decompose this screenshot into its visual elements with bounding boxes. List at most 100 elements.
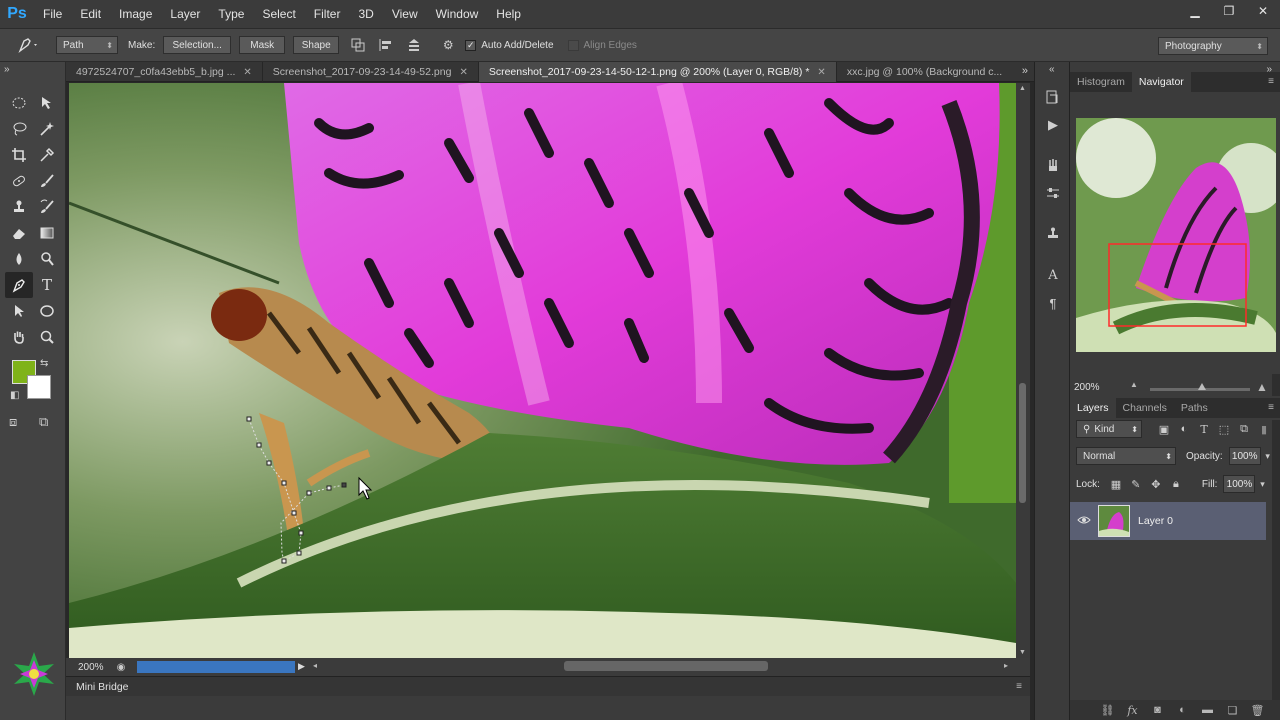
tab-histogram[interactable]: Histogram (1070, 72, 1132, 92)
tab-navigator[interactable]: Navigator (1131, 72, 1191, 92)
type-layer-filter-icon[interactable]: T (1194, 423, 1214, 436)
mask-icon[interactable]: ◙ (1145, 704, 1170, 716)
minimize-button[interactable]: ▁ (1178, 0, 1212, 22)
lock-image-pixels-icon[interactable]: ✎ (1126, 478, 1146, 491)
zoom-out-mountain-icon[interactable]: ▲ (1130, 380, 1138, 389)
fill-input[interactable]: 100% (1223, 475, 1256, 493)
eyedropper-tool-icon[interactable] (33, 142, 61, 168)
restore-button[interactable]: ❐ (1212, 0, 1246, 22)
menu-filter[interactable]: Filter (305, 0, 350, 28)
status-menu-arrow-icon[interactable]: ▶ (298, 661, 305, 672)
scroll-down-arrow-icon[interactable]: ▼ (1019, 649, 1026, 656)
lock-transparent-pixels-icon[interactable]: ▦ (1106, 478, 1126, 491)
path-selection-tool-icon[interactable] (5, 298, 33, 324)
tab-channels[interactable]: Channels (1116, 398, 1174, 418)
menu-layer[interactable]: Layer (161, 0, 209, 28)
swap-colors-icon[interactable]: ⇆ (40, 358, 48, 369)
opacity-input[interactable]: 100% (1228, 447, 1261, 465)
panel-menu-icon[interactable]: ≡ (1016, 681, 1022, 692)
menu-type[interactable]: Type (209, 0, 253, 28)
brush-presets-icon[interactable] (1044, 156, 1062, 174)
brush-tool-icon[interactable] (33, 168, 61, 194)
menu-edit[interactable]: Edit (71, 0, 110, 28)
paragraph-panel-icon[interactable]: ¶ (1044, 294, 1062, 312)
layer-row[interactable]: Layer 0 (1070, 502, 1266, 540)
group-icon[interactable]: ▬ (1195, 704, 1220, 716)
move-tool-icon[interactable] (33, 90, 61, 116)
trash-icon[interactable]: 🗑︎ (1245, 704, 1270, 717)
close-tab-icon[interactable]: ✕ (817, 67, 825, 78)
history-panel-icon[interactable] (1044, 88, 1062, 106)
clone-stamp-tool-icon[interactable] (5, 194, 33, 220)
screen-mode-icon[interactable]: ⧉ (39, 414, 48, 430)
zoom-tool-icon[interactable] (33, 324, 61, 350)
adjustments-sliders-icon[interactable] (1044, 184, 1062, 202)
navigator-zoom-value[interactable]: 200% (1074, 382, 1100, 393)
gear-icon[interactable]: ⚙ (437, 35, 459, 55)
make-selection-button[interactable]: Selection... (163, 36, 232, 54)
tab-layers[interactable]: Layers (1070, 398, 1116, 418)
menu-select[interactable]: Select (253, 0, 304, 28)
document-canvas[interactable] (69, 83, 1016, 658)
zoom-in-mountain-icon[interactable]: ▲ (1256, 380, 1268, 394)
close-button[interactable]: ✕ (1246, 0, 1280, 22)
collapse-panels-icon[interactable]: « (1049, 64, 1055, 75)
eraser-tool-icon[interactable] (5, 220, 33, 246)
smart-object-filter-icon[interactable]: ⧉ (1234, 423, 1254, 436)
character-panel-icon[interactable]: A (1044, 266, 1062, 284)
path-operations-icon[interactable] (347, 35, 369, 55)
align-edges-checkbox[interactable] (567, 39, 579, 51)
layer-kind-filter[interactable]: ⚲ Kind (1076, 420, 1142, 438)
gradient-tool-icon[interactable] (33, 220, 61, 246)
tab-paths[interactable]: Paths (1174, 398, 1215, 418)
adjustment-icon[interactable]: ◐ (1170, 704, 1195, 716)
new-layer-icon[interactable]: ❏ (1220, 704, 1245, 717)
magic-wand-tool-icon[interactable] (33, 116, 61, 142)
background-color-swatch[interactable] (27, 375, 51, 399)
default-colors-icon[interactable]: ◧ (10, 390, 19, 401)
dodge-tool-icon[interactable] (33, 246, 61, 272)
scroll-right-arrow-icon[interactable]: ▸ (1004, 661, 1008, 670)
blend-mode-select[interactable]: Normal (1076, 447, 1176, 465)
vertical-scroll-thumb[interactable] (1019, 383, 1026, 503)
close-tab-icon[interactable]: ✕ (243, 67, 251, 78)
scroll-up-arrow-icon[interactable]: ▲ (1019, 85, 1026, 92)
clone-source-icon[interactable] (1044, 224, 1062, 242)
close-tab-icon[interactable]: ✕ (459, 67, 467, 78)
tool-preset-picker[interactable] (0, 28, 56, 62)
mini-bridge-panel[interactable]: Mini Bridge ≡ (66, 676, 1030, 696)
adjustment-layer-filter-icon[interactable]: ◐ (1174, 423, 1194, 435)
type-tool-icon[interactable]: T (33, 272, 61, 298)
navigator-scrollbar[interactable] (1272, 374, 1280, 396)
make-shape-button[interactable]: Shape (293, 36, 340, 54)
filter-toggle-icon[interactable]: ▮ (1254, 423, 1274, 436)
document-tab[interactable]: Screenshot_2017-09-23-14-49-52.png ✕ (263, 62, 479, 82)
layers-scrollbar[interactable] (1272, 420, 1280, 700)
menu-image[interactable]: Image (110, 0, 161, 28)
make-mask-button[interactable]: Mask (239, 36, 286, 54)
panel-menu-icon[interactable]: ≡ (1268, 402, 1274, 413)
zoom-level[interactable]: 200% (66, 662, 114, 673)
pen-tool-icon[interactable] (5, 272, 33, 298)
document-tab[interactable]: 4972524707_c0fa43ebb5_b.jpg ... ✕ (66, 62, 263, 82)
auto-add-delete-checkbox[interactable]: ✓ (465, 39, 477, 51)
marquee-tool-icon[interactable] (5, 90, 33, 116)
history-brush-tool-icon[interactable] (33, 194, 61, 220)
pixel-layer-filter-icon[interactable]: ▣ (1154, 423, 1174, 436)
panel-menu-icon[interactable]: ≡ (1268, 76, 1274, 87)
align-edges-option[interactable]: Align Edges (567, 39, 637, 51)
zoom-slider-knob[interactable] (1198, 383, 1206, 390)
menu-help[interactable]: Help (487, 0, 530, 28)
menu-view[interactable]: View (383, 0, 427, 28)
tool-mode-select[interactable]: Path (56, 36, 118, 54)
healing-brush-tool-icon[interactable] (5, 168, 33, 194)
collapse-toolbar-icon[interactable]: » (4, 64, 10, 75)
blur-tool-icon[interactable] (5, 246, 33, 272)
path-arrangement-icon[interactable] (403, 35, 425, 55)
ellipse-tool-icon[interactable] (33, 298, 61, 324)
eye-visibility-icon[interactable] (1070, 515, 1098, 528)
navigator-thumbnail[interactable] (1076, 118, 1276, 352)
document-info-icon[interactable]: ◉ (114, 660, 128, 674)
scroll-left-arrow-icon[interactable]: ◂ (313, 661, 317, 670)
auto-add-delete-option[interactable]: ✓ Auto Add/Delete (465, 39, 554, 51)
